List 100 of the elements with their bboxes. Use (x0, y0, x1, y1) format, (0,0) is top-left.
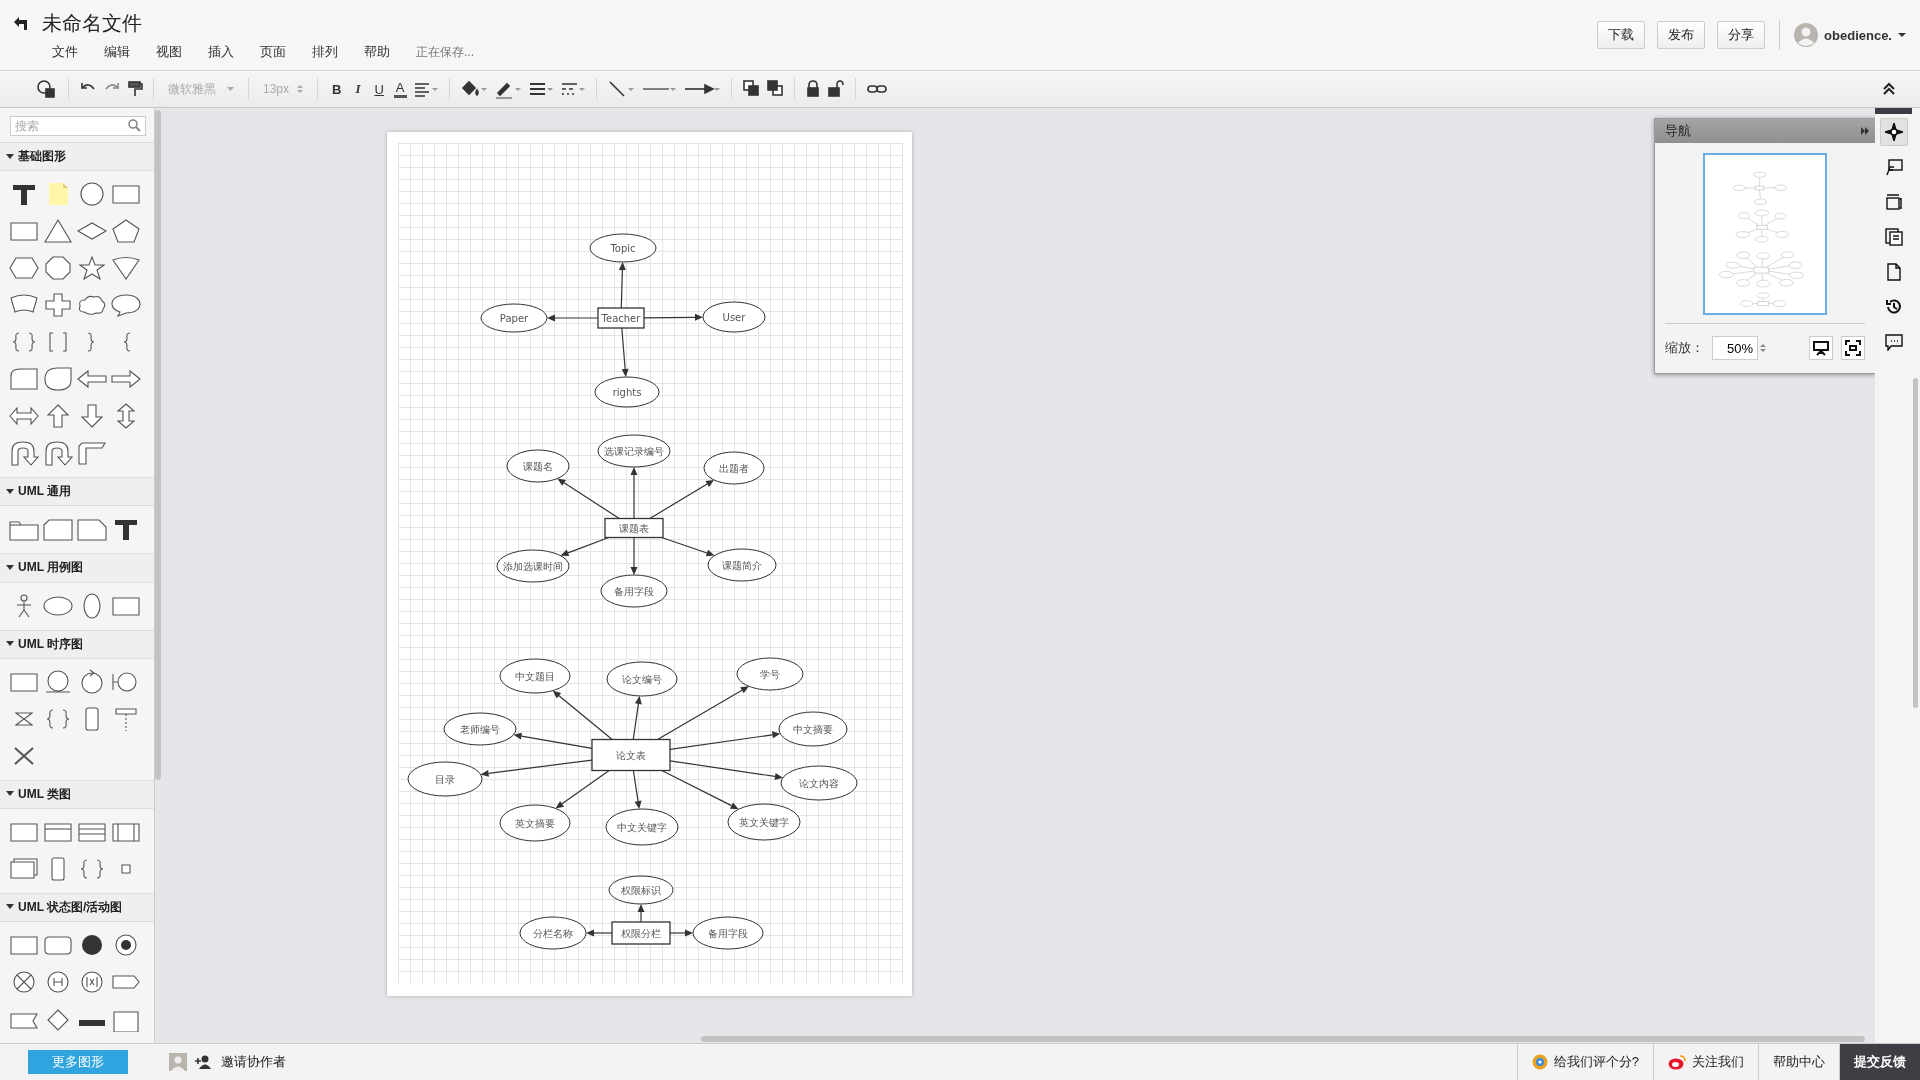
back-arrow-icon[interactable] (12, 15, 30, 32)
footer-link[interactable]: 关注我们 (1653, 1044, 1758, 1080)
bold-button[interactable]: B (328, 81, 346, 97)
shape-style-icon[interactable] (36, 79, 58, 99)
add-user-icon[interactable] (195, 1055, 213, 1069)
send-to-back-icon[interactable] (765, 79, 784, 99)
caret-icon[interactable] (6, 904, 14, 911)
file-title[interactable]: 未命名文件 (42, 10, 142, 37)
connector-arrow (661, 536, 715, 557)
fit-screen-button[interactable] (1841, 336, 1865, 360)
attribute-ellipse: 备用字段 (600, 574, 668, 608)
funnel-icon[interactable] (110, 255, 142, 282)
presentation-button[interactable] (1809, 336, 1833, 360)
entity-box: 论文表 (591, 738, 671, 772)
caret-icon[interactable] (6, 153, 14, 160)
page-icon[interactable] (1885, 263, 1903, 281)
connector-arrow (557, 478, 620, 520)
underline-button[interactable]: U (370, 81, 388, 97)
octagon-icon[interactable] (42, 255, 74, 282)
entity-box: Teacher (597, 307, 645, 329)
u-turn-arrow-icon[interactable] (42, 440, 74, 467)
caret-icon[interactable] (6, 791, 14, 798)
formula-icon[interactable] (1885, 158, 1903, 176)
footer-link[interactable]: 提交反馈 (1839, 1044, 1920, 1080)
caret-icon[interactable] (6, 641, 14, 648)
connector-arrow (621, 327, 629, 377)
save-status: 正在保存... (416, 43, 474, 61)
connector-arrow (632, 695, 642, 741)
fill-color-icon[interactable] (459, 79, 488, 99)
scrollbar-thumb[interactable] (155, 110, 161, 780)
section-header[interactable]: UML 通用 (0, 477, 154, 507)
attribute-ellipse: 中文摘要 (778, 711, 848, 747)
italic-button[interactable]: I (351, 81, 365, 97)
frame-icon[interactable] (42, 516, 74, 543)
triangle-icon[interactable] (42, 218, 74, 245)
zoom-field[interactable]: 50% (1712, 336, 1758, 360)
header-button[interactable]: 发布 (1657, 21, 1706, 49)
section-header[interactable]: UML 时序图 (0, 629, 154, 659)
font-color-button[interactable]: A (393, 80, 407, 98)
menu-item[interactable]: 文件 (40, 43, 92, 61)
tool-button[interactable] (1880, 118, 1908, 146)
leaf-shape-icon[interactable] (42, 366, 74, 393)
header-button[interactable]: 分享 (1717, 21, 1766, 49)
search-icon[interactable] (128, 119, 141, 132)
hexagon-icon[interactable] (8, 255, 40, 282)
u-turn-arrow-icon[interactable] (8, 440, 40, 467)
entity-box: 权限分栏 (611, 921, 671, 945)
user-name[interactable]: obedience. (1824, 27, 1892, 43)
zoom-label: 缩放： (1665, 339, 1704, 357)
pentagon-icon[interactable] (110, 218, 142, 245)
speech-bubble-icon[interactable] (110, 292, 142, 319)
header-button[interactable]: 下载 (1597, 21, 1646, 49)
format-painter-icon[interactable] (127, 79, 143, 99)
scrollbar-thumb[interactable] (701, 1036, 1865, 1042)
star-icon[interactable] (76, 255, 108, 282)
connector-line-icon[interactable] (606, 79, 635, 99)
attribute-ellipse: 中文关键字 (605, 808, 679, 846)
caret-icon[interactable] (6, 488, 14, 495)
menu-item[interactable]: 插入 (196, 43, 248, 61)
compass-icon[interactable] (1885, 123, 1903, 141)
diagram-thumbnail[interactable] (1703, 153, 1827, 315)
connector-arrow (643, 313, 703, 321)
section-header[interactable]: UML 类图 (0, 779, 154, 809)
pages-icon[interactable] (1885, 228, 1903, 246)
search-field[interactable]: 搜索 (10, 116, 146, 136)
bring-to-front-icon[interactable] (741, 79, 760, 99)
invite-link[interactable]: 邀请协作者 (221, 1053, 286, 1071)
lock-icon[interactable] (804, 79, 821, 99)
connector-arrow (632, 769, 642, 810)
collapse-icon[interactable] (1882, 82, 1896, 96)
page-size-icon[interactable] (1885, 193, 1903, 211)
attribute-ellipse: 选课记录编号 (597, 434, 671, 468)
caret-icon[interactable] (6, 564, 14, 571)
scrollbar-thumb[interactable] (1913, 378, 1918, 708)
connector-arrow (669, 929, 693, 937)
connector-arrow (618, 262, 626, 309)
caret-icon[interactable] (1898, 32, 1906, 38)
menu-item[interactable]: 编辑 (92, 43, 144, 61)
menu-item[interactable]: 页面 (248, 43, 300, 61)
history-icon[interactable] (1885, 298, 1903, 316)
comment-icon[interactable] (1885, 333, 1903, 351)
attribute-ellipse: 课题简介 (707, 548, 777, 582)
entity-box: 课题表 (604, 517, 664, 539)
rounded-top-rectangle-icon[interactable] (8, 366, 40, 393)
attribute-ellipse: Paper (480, 303, 548, 333)
attribute-ellipse: 英文摘要 (499, 804, 571, 842)
menu-item[interactable]: 排列 (300, 43, 352, 61)
corner-shape-icon[interactable] (76, 440, 108, 467)
cross-icon[interactable] (42, 292, 74, 319)
user-avatar (169, 1053, 187, 1071)
menu-item[interactable]: 帮助 (352, 43, 404, 61)
attribute-ellipse: 学号 (736, 657, 804, 691)
stacked-rectangle-icon[interactable] (8, 855, 40, 882)
section-header[interactable]: 基础图形 (0, 142, 154, 172)
section-header[interactable]: UML 用例图 (0, 553, 154, 583)
footer-link[interactable]: 给我们评个分? (1516, 1044, 1653, 1080)
section-header[interactable]: UML 状态图/活动图 (0, 892, 154, 923)
menu-item[interactable]: 视图 (144, 43, 196, 61)
unlock-icon[interactable] (826, 79, 845, 99)
rating-icon (1531, 1054, 1548, 1070)
